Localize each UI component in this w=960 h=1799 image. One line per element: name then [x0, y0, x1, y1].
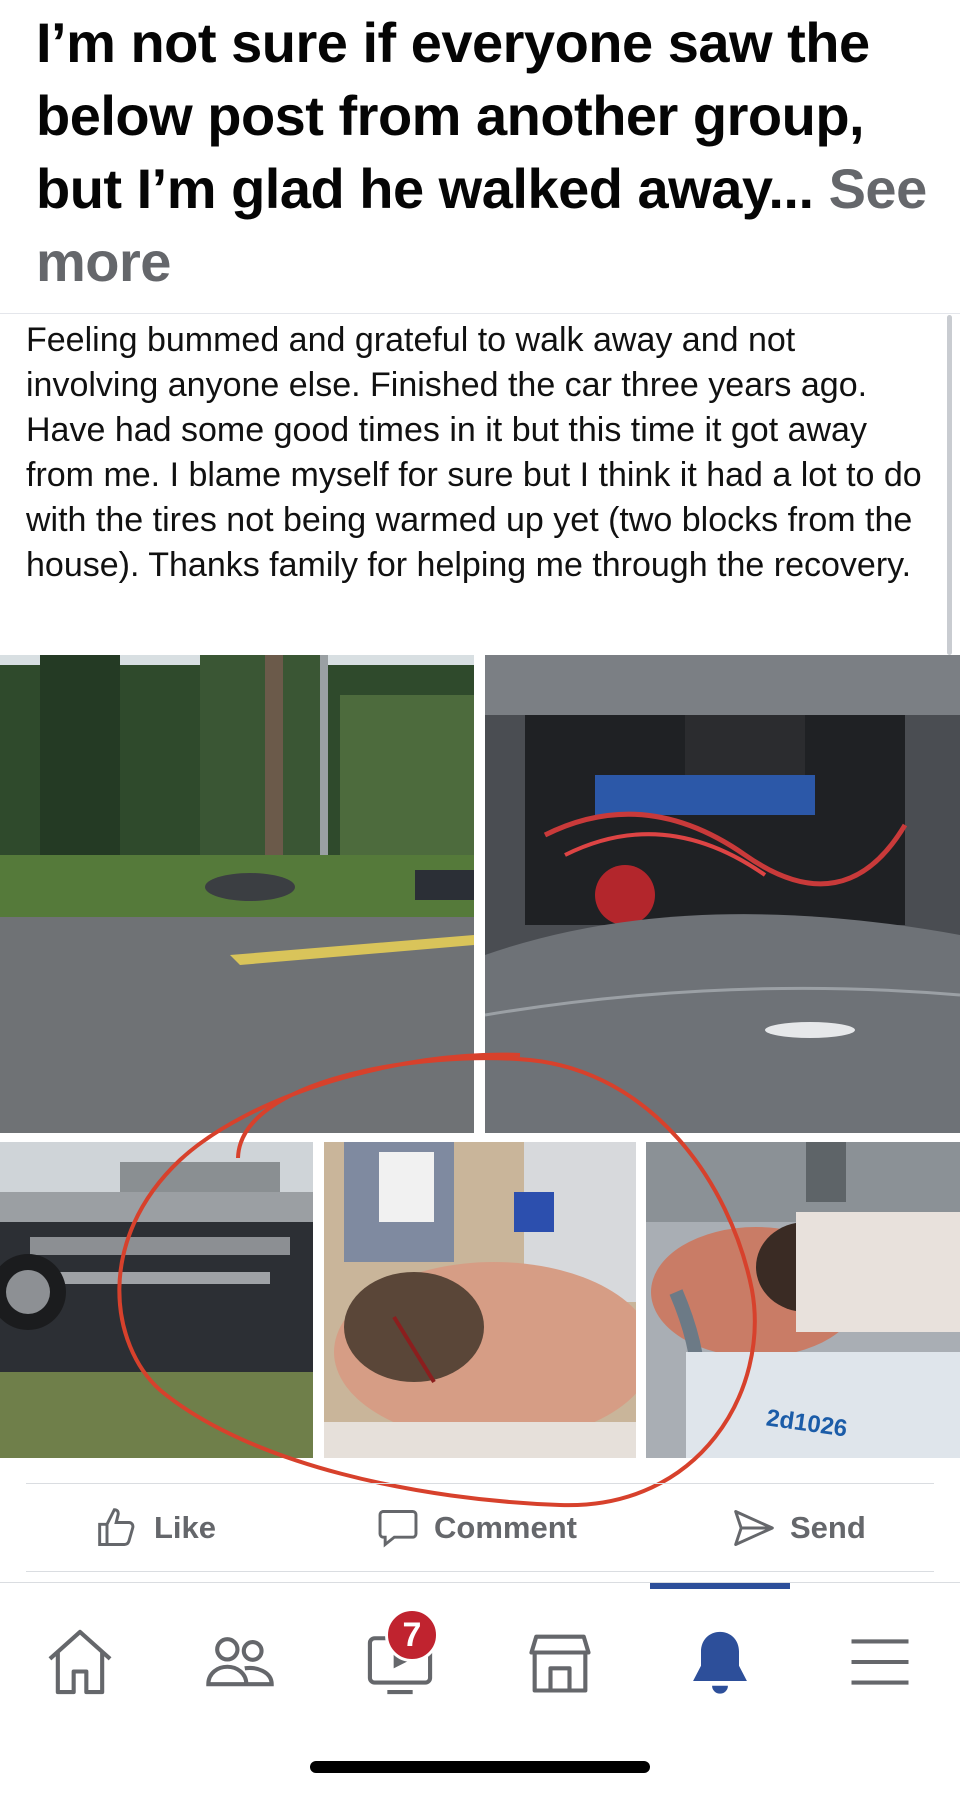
photo-head-injury[interactable]	[324, 1142, 636, 1458]
home-indicator[interactable]	[310, 1761, 650, 1773]
photo-overturned-car[interactable]	[0, 1142, 313, 1458]
photo-icon	[485, 655, 960, 1133]
send-button[interactable]: Send	[732, 1505, 866, 1551]
bottom-tab-bar	[0, 1582, 960, 1713]
like-button[interactable]: Like	[96, 1505, 216, 1551]
tab-notifications[interactable]	[675, 1617, 765, 1707]
photo-icon	[0, 1142, 313, 1458]
active-tab-indicator	[650, 1583, 790, 1589]
comment-icon	[378, 1510, 418, 1548]
home-icon	[48, 1629, 112, 1695]
tab-marketplace[interactable]	[515, 1617, 605, 1707]
photo-icon	[324, 1142, 636, 1458]
tab-home[interactable]	[35, 1617, 125, 1707]
shared-post: Feeling bummed and grateful to walk away…	[0, 313, 960, 654]
comment-button[interactable]: Comment	[376, 1505, 577, 1551]
photo-icon	[0, 655, 474, 1133]
menu-icon	[851, 1639, 909, 1685]
action-bar: Like Comment Send	[0, 1483, 960, 1573]
friends-icon	[206, 1637, 274, 1687]
bell-icon	[693, 1631, 747, 1694]
post-header-text: I’m not sure if everyone saw the below p…	[36, 11, 870, 220]
watch-badge: 7	[385, 1608, 439, 1662]
shared-post-body: Feeling bummed and grateful to walk away…	[26, 321, 922, 584]
tab-friends[interactable]	[195, 1617, 285, 1707]
post-text: I’m not sure if everyone saw the below p…	[36, 6, 936, 298]
marketplace-icon	[529, 1634, 591, 1693]
send-icon	[734, 1510, 774, 1546]
scrollbar[interactable]	[947, 315, 952, 655]
like-label: Like	[154, 1510, 217, 1545]
photo-engine-bay[interactable]	[485, 655, 960, 1133]
thumbs-up-icon	[98, 1508, 135, 1546]
send-label: Send	[790, 1510, 866, 1545]
divider-bottom	[26, 1571, 934, 1572]
tab-menu[interactable]	[835, 1617, 925, 1707]
comment-label: Comment	[434, 1510, 577, 1545]
photo-hospital-bed[interactable]: 2d1026	[646, 1142, 960, 1458]
photo-crash-scene[interactable]	[0, 655, 474, 1133]
